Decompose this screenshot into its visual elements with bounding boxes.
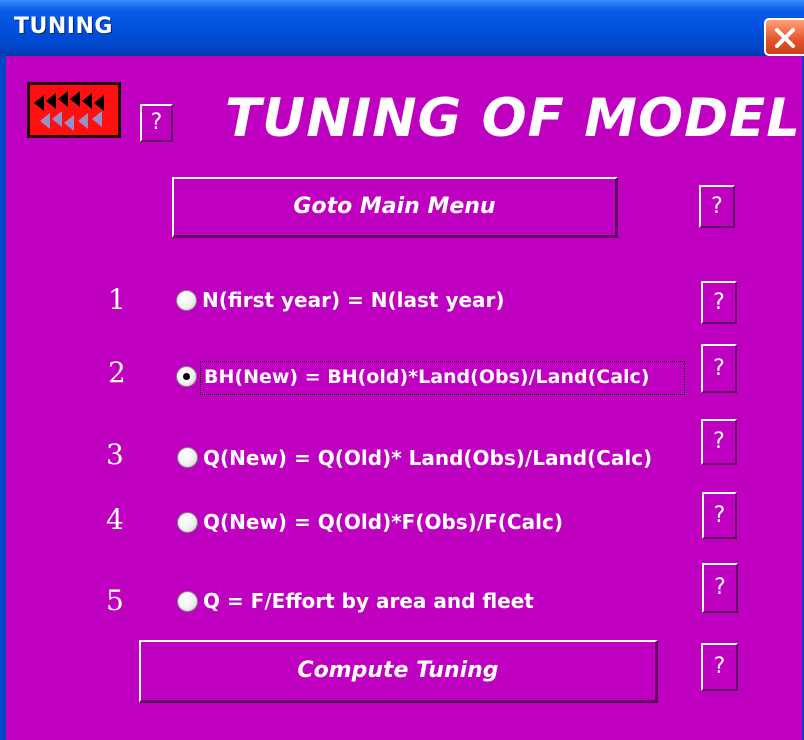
help-icon: ? <box>713 503 726 528</box>
help-icon: ? <box>713 290 725 315</box>
option-4-radio[interactable] <box>177 512 198 533</box>
help-button-option-4[interactable]: ? <box>702 492 737 539</box>
option-2-radio[interactable] <box>176 366 197 387</box>
goto-main-menu-button[interactable]: Goto Main Menu <box>172 177 618 238</box>
help-button-option-1[interactable]: ? <box>701 281 737 324</box>
arrows-logo-icon <box>27 82 121 138</box>
help-button-option-2[interactable]: ? <box>701 344 737 393</box>
option-4-number: 4 <box>106 503 124 536</box>
compute-tuning-button[interactable]: Compute Tuning <box>139 640 658 703</box>
help-button-main-menu[interactable]: ? <box>699 185 735 228</box>
option-5-radio[interactable] <box>177 591 198 612</box>
help-button-header[interactable]: ? <box>140 104 173 142</box>
help-button-compute[interactable]: ? <box>701 643 738 691</box>
help-icon: ? <box>713 356 725 381</box>
option-1-radio[interactable] <box>176 290 197 311</box>
close-button[interactable] <box>764 18 804 56</box>
help-icon: ? <box>713 429 725 454</box>
help-icon: ? <box>713 654 726 679</box>
option-2-number: 2 <box>108 356 126 389</box>
tuning-window: TUNING ? TUNING OF MODEL Goto Main Menu … <box>0 0 804 740</box>
help-icon: ? <box>714 575 726 600</box>
window-frame-left <box>0 56 6 740</box>
help-icon: ? <box>711 194 723 219</box>
option-3-label[interactable]: Q(New) = Q(Old)* Land(Obs)/Land(Calc) <box>203 446 652 470</box>
help-button-option-3[interactable]: ? <box>701 419 737 465</box>
option-1-label[interactable]: N(first year) = N(last year) <box>202 288 505 312</box>
help-button-option-5[interactable]: ? <box>702 563 738 613</box>
close-icon <box>775 28 795 48</box>
page-title: TUNING OF MODEL <box>225 88 802 149</box>
option-5-number: 5 <box>106 584 124 617</box>
option-3-radio[interactable] <box>177 447 198 468</box>
option-4-label[interactable]: Q(New) = Q(Old)*F(Obs)/F(Calc) <box>203 510 563 534</box>
title-bar[interactable]: TUNING <box>0 0 804 56</box>
window-title: TUNING <box>14 14 113 39</box>
option-3-number: 3 <box>106 438 124 471</box>
help-icon: ? <box>150 110 163 135</box>
option-2-label[interactable]: BH(New) = BH(old)*Land(Obs)/Land(Calc) <box>204 366 649 388</box>
option-1-number: 1 <box>108 283 126 316</box>
option-5-label[interactable]: Q = F/Effort by area and fleet <box>203 589 534 613</box>
